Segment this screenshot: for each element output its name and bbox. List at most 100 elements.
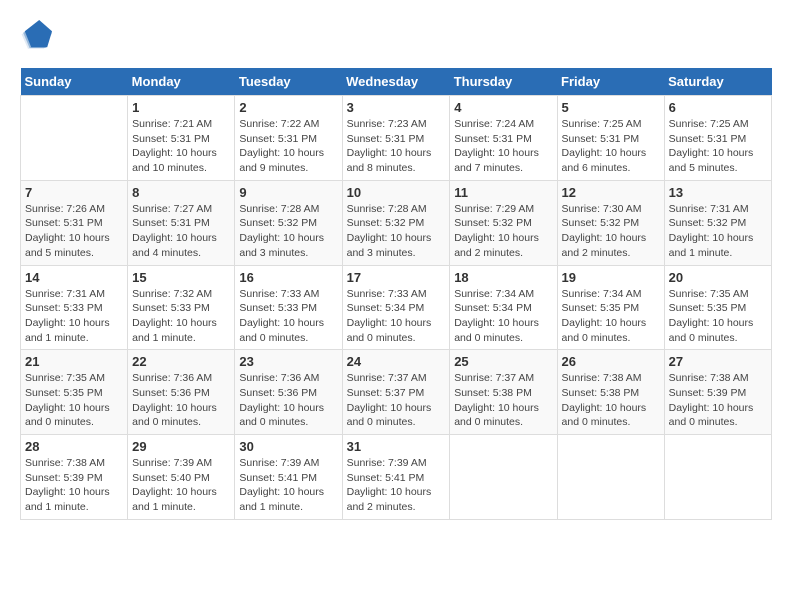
calendar-cell: 15 Sunrise: 7:32 AMSunset: 5:33 PMDayligh… [128,265,235,350]
page-header [20,20,772,52]
day-info: Sunrise: 7:37 AMSunset: 5:37 PMDaylight:… [347,371,446,430]
calendar-cell: 27Sunrise: 7:38 AMSunset: 5:39 PMDayligh… [664,350,771,435]
day-number: 20 [669,270,767,285]
calendar-cell: 16 Sunrise: 7:33 AMSunset: 5:33 PMDayligh… [235,265,342,350]
day-info: Sunrise: 7:38 AMSunset: 5:38 PMDaylight:… [562,371,660,430]
day-info: Sunrise: 7:38 AMSunset: 5:39 PMDaylight:… [25,456,123,515]
calendar-cell: 3 Sunrise: 7:23 AMSunset: 5:31 PMDaylight… [342,96,450,181]
calendar-cell: 19 Sunrise: 7:34 AMSunset: 5:35 PMDayligh… [557,265,664,350]
calendar-cell: 21Sunrise: 7:35 AMSunset: 5:35 PMDayligh… [21,350,128,435]
day-number: 7 [25,185,123,200]
day-number: 4 [454,100,552,115]
day-number: 18 [454,270,552,285]
day-number: 31 [347,439,446,454]
day-info: Sunrise: 7:38 AMSunset: 5:39 PMDaylight:… [669,371,767,430]
day-number: 22 [132,354,230,369]
day-info: Sunrise: 7:36 AMSunset: 5:36 PMDaylight:… [239,371,337,430]
calendar-cell: 2 Sunrise: 7:22 AMSunset: 5:31 PMDaylight… [235,96,342,181]
calendar-header-tuesday: Tuesday [235,68,342,96]
day-info: Sunrise: 7:39 AMSunset: 5:41 PMDaylight:… [347,456,446,515]
calendar-cell: 31 Sunrise: 7:39 AMSunset: 5:41 PMDayligh… [342,435,450,520]
day-info: Sunrise: 7:25 AMSunset: 5:31 PMDaylight:… [562,117,660,176]
calendar-cell: 9 Sunrise: 7:28 AMSunset: 5:32 PMDaylight… [235,180,342,265]
day-number: 5 [562,100,660,115]
day-number: 1 [132,100,230,115]
calendar-cell [557,435,664,520]
calendar-header-saturday: Saturday [664,68,771,96]
day-number: 14 [25,270,123,285]
day-info: Sunrise: 7:27 AMSunset: 5:31 PMDaylight:… [132,202,230,261]
calendar-cell: 29Sunrise: 7:39 AMSunset: 5:40 PMDayligh… [128,435,235,520]
day-info: Sunrise: 7:39 AMSunset: 5:41 PMDaylight:… [239,456,337,515]
day-number: 11 [454,185,552,200]
calendar-week-row: 1 Sunrise: 7:21 AMSunset: 5:31 PMDaylight… [21,96,772,181]
day-info: Sunrise: 7:28 AMSunset: 5:32 PMDaylight:… [347,202,446,261]
day-info: Sunrise: 7:34 AMSunset: 5:35 PMDaylight:… [562,287,660,346]
calendar-cell: 25 Sunrise: 7:37 AMSunset: 5:38 PMDayligh… [450,350,557,435]
calendar-cell: 30Sunrise: 7:39 AMSunset: 5:41 PMDayligh… [235,435,342,520]
day-info: Sunrise: 7:39 AMSunset: 5:40 PMDaylight:… [132,456,230,515]
calendar-cell: 12Sunrise: 7:30 AMSunset: 5:32 PMDayligh… [557,180,664,265]
day-number: 23 [239,354,337,369]
logo-icon [20,20,52,52]
day-info: Sunrise: 7:24 AMSunset: 5:31 PMDaylight:… [454,117,552,176]
day-number: 24 [347,354,446,369]
calendar-cell: 14 Sunrise: 7:31 AMSunset: 5:33 PMDayligh… [21,265,128,350]
day-info: Sunrise: 7:26 AMSunset: 5:31 PMDaylight:… [25,202,123,261]
day-number: 10 [347,185,446,200]
day-number: 15 [132,270,230,285]
day-number: 2 [239,100,337,115]
day-info: Sunrise: 7:32 AMSunset: 5:33 PMDaylight:… [132,287,230,346]
day-number: 6 [669,100,767,115]
day-info: Sunrise: 7:22 AMSunset: 5:31 PMDaylight:… [239,117,337,176]
calendar-header-wednesday: Wednesday [342,68,450,96]
calendar-cell: 18 Sunrise: 7:34 AMSunset: 5:34 PMDayligh… [450,265,557,350]
calendar-cell [450,435,557,520]
day-number: 12 [562,185,660,200]
calendar-cell: 4 Sunrise: 7:24 AMSunset: 5:31 PMDaylight… [450,96,557,181]
calendar-cell: 10 Sunrise: 7:28 AMSunset: 5:32 PMDayligh… [342,180,450,265]
day-info: Sunrise: 7:28 AMSunset: 5:32 PMDaylight:… [239,202,337,261]
calendar-week-row: 14 Sunrise: 7:31 AMSunset: 5:33 PMDayligh… [21,265,772,350]
day-info: Sunrise: 7:31 AMSunset: 5:32 PMDaylight:… [669,202,767,261]
calendar-cell: 26 Sunrise: 7:38 AMSunset: 5:38 PMDayligh… [557,350,664,435]
day-number: 25 [454,354,552,369]
calendar-cell: 13 Sunrise: 7:31 AMSunset: 5:32 PMDayligh… [664,180,771,265]
calendar-week-row: 21Sunrise: 7:35 AMSunset: 5:35 PMDayligh… [21,350,772,435]
day-info: Sunrise: 7:21 AMSunset: 5:31 PMDaylight:… [132,117,230,176]
calendar-cell: 1 Sunrise: 7:21 AMSunset: 5:31 PMDaylight… [128,96,235,181]
calendar-week-row: 7 Sunrise: 7:26 AMSunset: 5:31 PMDaylight… [21,180,772,265]
day-number: 21 [25,354,123,369]
calendar-cell: 17 Sunrise: 7:33 AMSunset: 5:34 PMDayligh… [342,265,450,350]
day-number: 19 [562,270,660,285]
calendar-header-friday: Friday [557,68,664,96]
day-number: 13 [669,185,767,200]
calendar-header-row: SundayMondayTuesdayWednesdayThursdayFrid… [21,68,772,96]
calendar-cell: 22 Sunrise: 7:36 AMSunset: 5:36 PMDayligh… [128,350,235,435]
day-number: 16 [239,270,337,285]
calendar-cell: 6 Sunrise: 7:25 AMSunset: 5:31 PMDaylight… [664,96,771,181]
calendar-table: SundayMondayTuesdayWednesdayThursdayFrid… [20,68,772,520]
calendar-cell: 8Sunrise: 7:27 AMSunset: 5:31 PMDaylight… [128,180,235,265]
day-info: Sunrise: 7:33 AMSunset: 5:33 PMDaylight:… [239,287,337,346]
day-number: 3 [347,100,446,115]
calendar-header-sunday: Sunday [21,68,128,96]
day-number: 9 [239,185,337,200]
day-number: 17 [347,270,446,285]
calendar-cell: 5 Sunrise: 7:25 AMSunset: 5:31 PMDaylight… [557,96,664,181]
day-number: 26 [562,354,660,369]
calendar-header-monday: Monday [128,68,235,96]
calendar-cell: 28Sunrise: 7:38 AMSunset: 5:39 PMDayligh… [21,435,128,520]
calendar-cell: 7 Sunrise: 7:26 AMSunset: 5:31 PMDaylight… [21,180,128,265]
day-info: Sunrise: 7:23 AMSunset: 5:31 PMDaylight:… [347,117,446,176]
day-info: Sunrise: 7:34 AMSunset: 5:34 PMDaylight:… [454,287,552,346]
calendar-cell: 20Sunrise: 7:35 AMSunset: 5:35 PMDayligh… [664,265,771,350]
logo [20,20,56,52]
day-info: Sunrise: 7:25 AMSunset: 5:31 PMDaylight:… [669,117,767,176]
day-info: Sunrise: 7:33 AMSunset: 5:34 PMDaylight:… [347,287,446,346]
calendar-header-thursday: Thursday [450,68,557,96]
day-info: Sunrise: 7:37 AMSunset: 5:38 PMDaylight:… [454,371,552,430]
day-info: Sunrise: 7:36 AMSunset: 5:36 PMDaylight:… [132,371,230,430]
day-info: Sunrise: 7:31 AMSunset: 5:33 PMDaylight:… [25,287,123,346]
calendar-cell [21,96,128,181]
